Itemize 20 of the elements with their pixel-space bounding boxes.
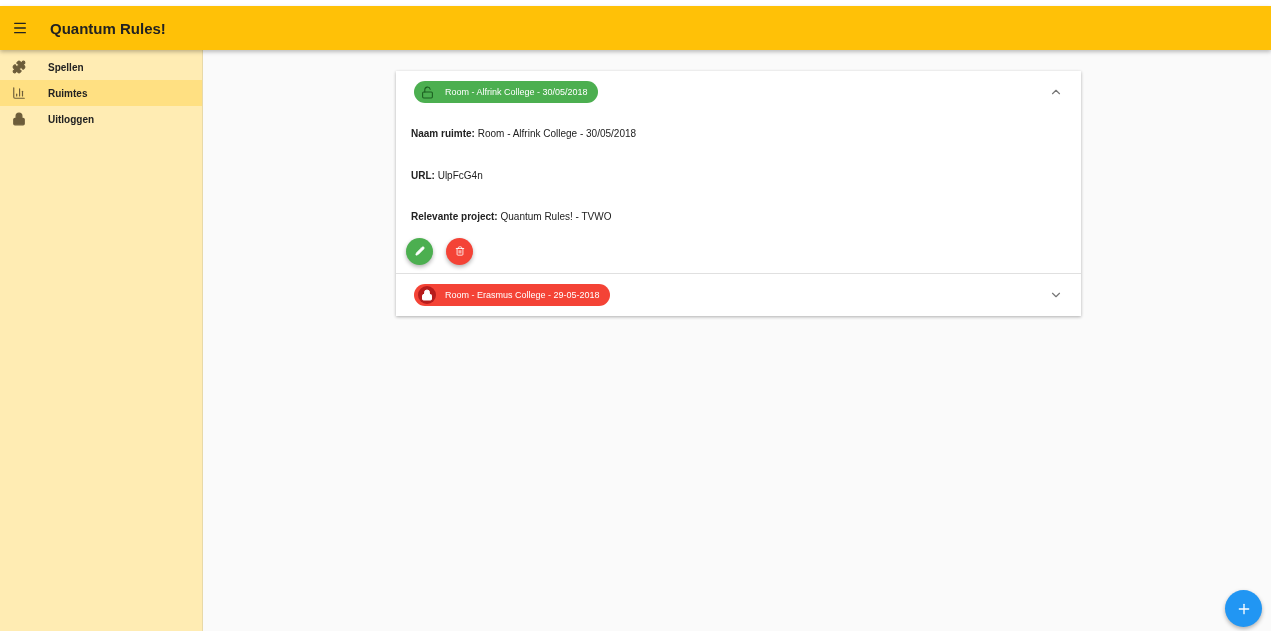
app-title: Quantum Rules!	[50, 19, 166, 37]
room-chip: Room - Erasmus College - 29-05-2018	[414, 283, 610, 306]
trash-icon	[454, 246, 465, 256]
pencil-icon	[414, 246, 425, 256]
lock-icon	[12, 112, 26, 126]
delete-button[interactable]	[446, 237, 473, 265]
detail-text: Relevante project: Quantum Rules! - TVWO	[411, 210, 613, 225]
chart-icon	[12, 86, 26, 100]
sidebar-item[interactable]: Ruimtes	[0, 80, 202, 106]
sidebar-item[interactable]: Uitloggen	[0, 106, 202, 132]
lock-icon	[421, 288, 433, 301]
unlocked-lock-icon	[420, 85, 434, 99]
puzzle-icon	[12, 60, 26, 74]
edit-button[interactable]	[406, 237, 433, 265]
menu-icon[interactable]	[12, 20, 28, 36]
room-header[interactable]: Room - Erasmus College - 29-05-2018	[396, 273, 1081, 316]
sidebar-item[interactable]: Spellen	[0, 54, 202, 80]
detail-text: URL: UlpFcG4n	[411, 168, 484, 183]
room-chip: Room - Alfrink College - 30/05/2018	[414, 81, 598, 103]
detail-text: Naam ruimte: Room - Alfrink College - 30/05/2018	[411, 127, 638, 142]
